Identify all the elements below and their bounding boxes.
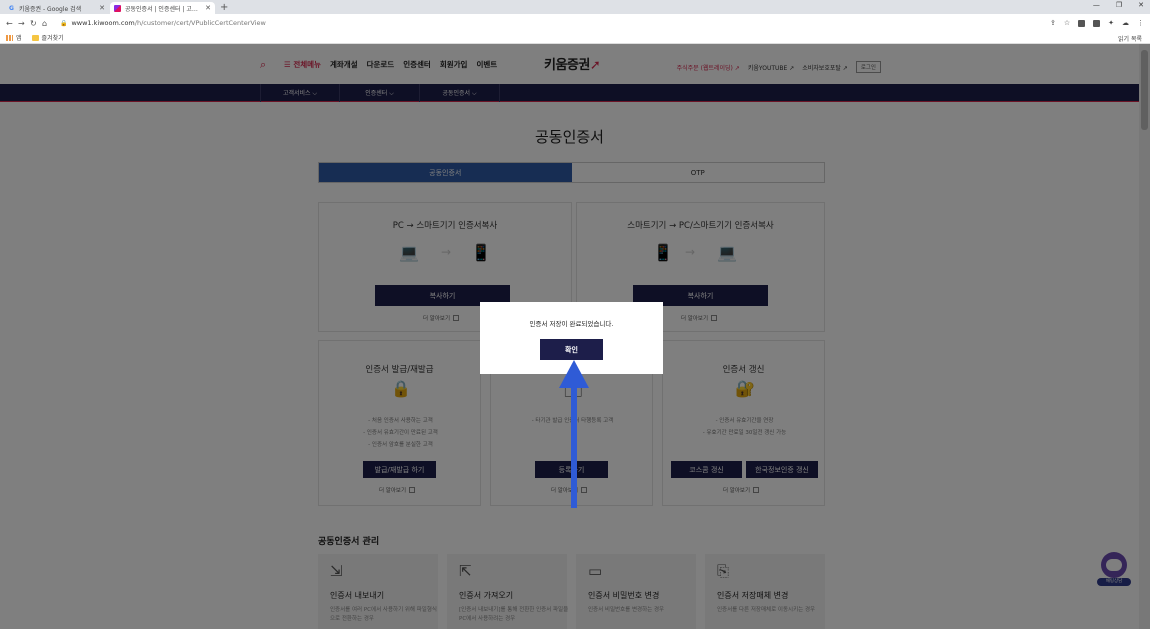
alert-message: 인증서 저장이 완료되었습니다. xyxy=(529,320,614,328)
google-icon: G xyxy=(9,4,14,12)
minimize-icon[interactable]: — xyxy=(1093,1,1100,9)
address-bar: ← → ↻ ⌂ 🔒 www1.kiwoom.com/h/customer/cer… xyxy=(0,14,1150,32)
new-tab-button[interactable]: + xyxy=(220,2,228,14)
reload-icon[interactable]: ↻ xyxy=(30,19,42,28)
lock-icon: 🔒 xyxy=(60,19,68,27)
bookmarks-bar: 앱 즐겨찾기 읽기 목록 xyxy=(0,32,1150,44)
extension-icon[interactable] xyxy=(1093,19,1101,27)
close-icon[interactable]: ✕ xyxy=(205,4,211,12)
arrow-shaft xyxy=(571,382,577,508)
puzzle-icon[interactable]: ✦ xyxy=(1108,19,1114,27)
browser-tab-kiwoom[interactable]: 공동인증서 | 인증센터 | 고객서... ✕ xyxy=(110,2,215,14)
annotation-arrow-icon xyxy=(559,360,589,508)
bookmark-apps[interactable]: 앱 xyxy=(6,33,22,42)
url-path: /h/customer/cert/VPublicCertCenterView xyxy=(134,19,266,27)
apps-icon xyxy=(6,34,13,41)
confirm-button[interactable]: 확인 xyxy=(540,339,603,360)
profile-icon[interactable]: ☁ xyxy=(1122,19,1129,27)
url-host: www1.kiwoom.com xyxy=(71,19,135,27)
folder-icon xyxy=(31,34,39,41)
browser-tab-google[interactable]: G 키움증권 - Google 검색 ✕ xyxy=(4,2,109,14)
bookmark-label: 즐겨찾기 xyxy=(41,35,64,42)
close-window-icon[interactable]: ✕ xyxy=(1138,1,1144,9)
tab-title: 키움증권 - Google 검색 xyxy=(19,5,82,13)
back-icon[interactable]: ← xyxy=(6,19,18,28)
arrow-head xyxy=(559,360,589,388)
bookmark-star-icon[interactable]: ☆ xyxy=(1064,19,1070,27)
share-icon[interactable]: ⇪ xyxy=(1050,19,1056,27)
reading-list[interactable]: 읽기 목록 xyxy=(1118,34,1142,43)
maximize-icon[interactable]: ❐ xyxy=(1116,1,1122,9)
kiwoom-favicon-icon xyxy=(114,4,121,12)
window-controls: — ❐ ✕ xyxy=(1093,1,1144,9)
url-field[interactable]: 🔒 www1.kiwoom.com/h/customer/cert/VPubli… xyxy=(60,19,1050,27)
tab-title: 공동인증서 | 인증센터 | 고객서... xyxy=(125,5,203,13)
home-icon[interactable]: ⌂ xyxy=(42,19,54,28)
close-icon[interactable]: ✕ xyxy=(99,4,105,12)
extensions: ⇪ ☆ ✦ ☁ ⋮ xyxy=(1050,19,1144,27)
browser-tabbar: G 키움증권 - Google 검색 ✕ 공동인증서 | 인증센터 | 고객서.… xyxy=(0,0,1150,14)
menu-kebab-icon[interactable]: ⋮ xyxy=(1137,19,1144,27)
bookmark-label: 앱 xyxy=(16,35,22,42)
bookmark-favorites[interactable]: 즐겨찾기 xyxy=(31,33,64,42)
extension-icon[interactable] xyxy=(1078,19,1086,27)
forward-icon[interactable]: → xyxy=(18,19,30,28)
